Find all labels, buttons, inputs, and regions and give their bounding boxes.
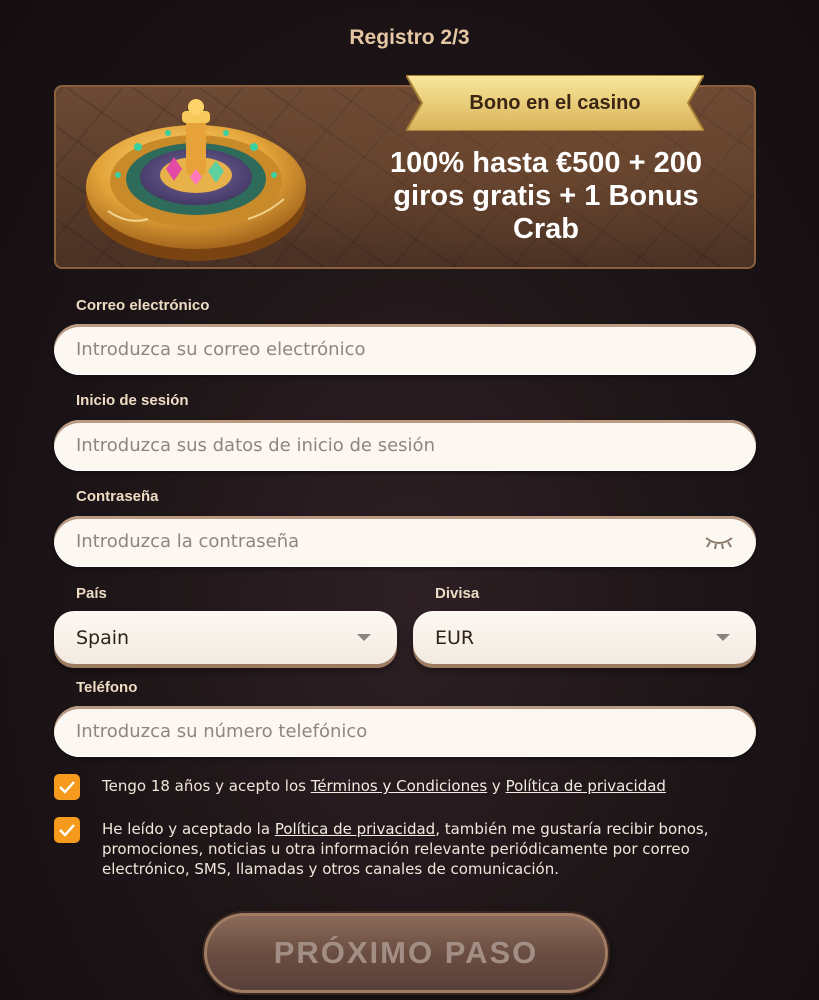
privacy-link[interactable]: Política de privacidad [275, 820, 435, 838]
privacy-link[interactable]: Política de privacidad [506, 777, 666, 795]
email-label: Correo electrónico [76, 297, 210, 314]
age-consent-text-middle: y [487, 777, 506, 795]
currency-select[interactable]: EUR [413, 611, 756, 664]
country-select-value: Spain [76, 626, 130, 649]
page-title: Registro 2/3 [349, 26, 470, 49]
bonus-headline: 100% hasta €500 + 200 giros gratis + 1 B… [366, 147, 726, 246]
login-label: Inicio de sesión [76, 392, 189, 409]
checkmark-icon [59, 781, 75, 794]
phone-label: Teléfono [76, 679, 138, 696]
age-consent-row: Tengo 18 años y acepto los Términos y Co… [54, 774, 756, 800]
login-field-wrapper [54, 420, 756, 471]
next-step-button[interactable]: PRÓXIMO PASO [204, 913, 608, 993]
chevron-down-icon [716, 634, 730, 641]
bonus-ribbon: Bono en el casino [404, 74, 706, 132]
bonus-banner: Bono en el casino 100% hasta €500 + 200 … [54, 74, 756, 269]
email-field-wrapper [54, 324, 756, 375]
marketing-consent-row: He leído y aceptado la Política de priva… [54, 817, 756, 879]
bonus-headline-line: 100% hasta €500 + 200 [390, 147, 702, 179]
email-field[interactable] [76, 339, 734, 360]
checkmark-icon [59, 824, 75, 837]
age-consent-text: Tengo 18 años y acepto los Términos y Co… [102, 776, 666, 800]
roulette-wheel-illustration [86, 99, 306, 261]
phone-field[interactable] [76, 721, 734, 742]
chevron-down-icon [357, 634, 371, 641]
age-consent-text-start: Tengo 18 años y acepto los [102, 777, 311, 795]
phone-field-wrapper [54, 706, 756, 757]
marketing-consent-checkbox[interactable] [54, 817, 80, 843]
password-field-wrapper [54, 516, 756, 567]
eye-closed-icon[interactable] [704, 534, 734, 550]
login-field[interactable] [76, 435, 734, 456]
bonus-ribbon-label: Bono en el casino [469, 91, 641, 114]
currency-label: Divisa [435, 585, 480, 602]
country-label: País [76, 585, 107, 602]
terms-link[interactable]: Términos y Condiciones [311, 777, 487, 795]
bonus-headline-line: Crab [512, 213, 580, 245]
password-field[interactable] [76, 531, 704, 552]
marketing-consent-text: He leído y aceptado la Política de priva… [102, 819, 756, 879]
currency-select-value: EUR [435, 626, 475, 649]
password-label: Contraseña [76, 488, 159, 505]
country-select[interactable]: Spain [54, 611, 397, 664]
age-consent-checkbox[interactable] [54, 774, 80, 800]
bonus-headline-line: giros gratis + 1 Bonus [393, 180, 699, 212]
marketing-consent-text-start: He leído y aceptado la [102, 820, 275, 838]
